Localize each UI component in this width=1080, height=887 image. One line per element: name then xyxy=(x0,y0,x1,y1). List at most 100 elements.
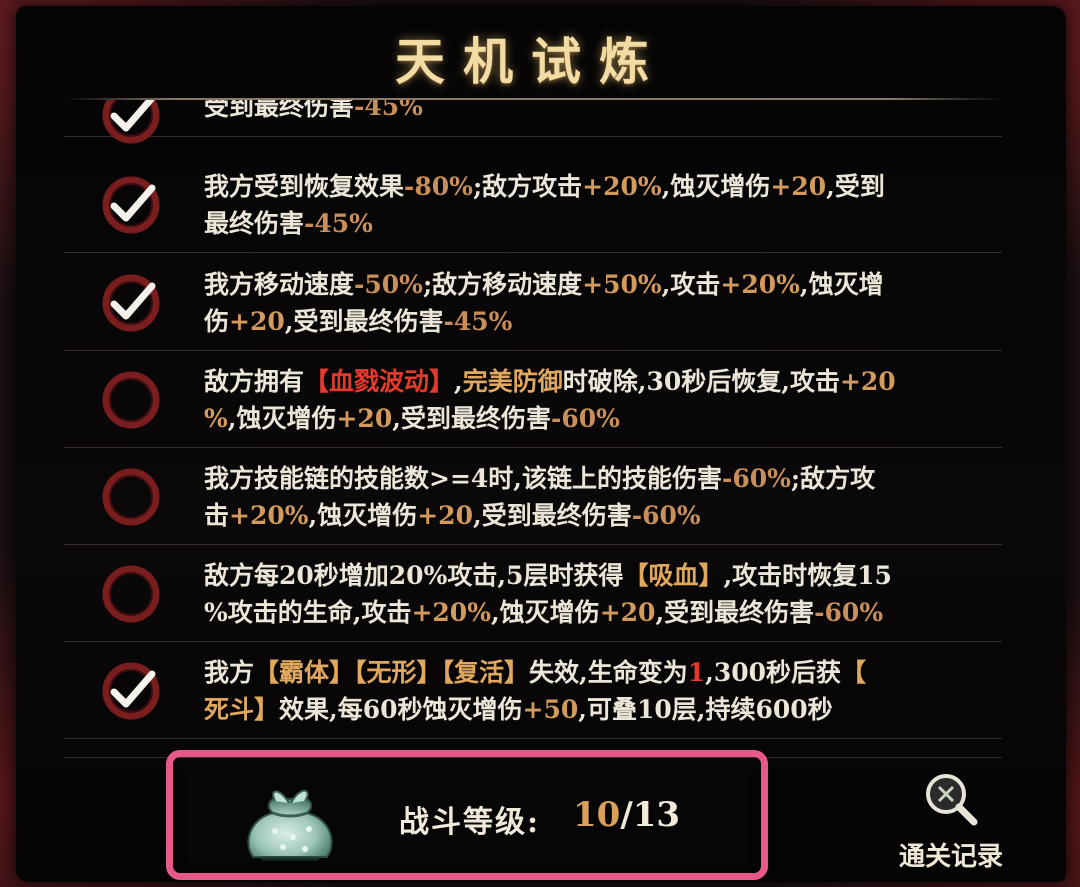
modifier-text-segment: -45% xyxy=(304,208,373,238)
modifier-text-segment: 伤 xyxy=(204,306,230,336)
check-ring-icon xyxy=(102,176,160,234)
modifier-text-segment: 【吸血】 xyxy=(623,560,724,590)
modifier-text: 我方技能链的技能数>=4时,该链上的技能伤害-60%;敌方攻 击+20%,蚀灭增伤… xyxy=(204,460,994,534)
modifier-text-segment: ,受到最终伤害 xyxy=(472,500,632,530)
modifier-text-segment: -80% xyxy=(404,171,473,201)
modifier-text-segment: 死斗】 xyxy=(204,694,280,724)
modifier-text-segment: +20% xyxy=(411,597,491,627)
check-ring-icon xyxy=(102,100,160,144)
modifier-text-segment: ;敌方攻击 xyxy=(472,171,583,201)
modifier-text-line: %攻击的生命,攻击+20%,蚀灭增伤+20,受到最终伤害-60% xyxy=(204,594,994,631)
modifier-text-line: 我方受到恢复效果-80%;敌方攻击+20%,蚀灭增伤+20,受到 xyxy=(204,168,994,205)
magnifier-icon xyxy=(926,774,978,826)
modifier-text-segment: ,可叠10层,持续600秒 xyxy=(578,694,833,724)
modifier-text-segment: % xyxy=(204,403,228,433)
modifier-text-segment: 【血戮波动】 xyxy=(304,366,455,396)
modifier-text-segment: -60% xyxy=(722,463,791,493)
modifier-text-segment: +50 xyxy=(522,694,579,724)
modifier-text-line: 我方【霸体】【无形】【复活】失效,生命变为1,300秒后获【 xyxy=(204,654,994,691)
modifier-text-segment: 【霸体】【无形】【复活】 xyxy=(254,657,530,687)
modifier-text-segment: 我方移动速度 xyxy=(204,269,355,299)
modifier-text: 受到最终伤害-45% xyxy=(204,100,994,125)
modifier-text: 我方移动速度-50%;敌方移动速度+50%,攻击+20%,蚀灭增 伤+20,受到最… xyxy=(204,266,994,340)
modifier-row[interactable]: 敌方拥有【血戮波动】,完美防御时破除,30秒后恢复,攻击+20 %,蚀灭增伤+20… xyxy=(64,351,1002,448)
modifier-row[interactable]: 敌方每20秒增加20%攻击,5层时获得【吸血】,攻击时恢复15 %攻击的生命,攻击… xyxy=(64,545,1002,642)
modifier-text-segment: -60% xyxy=(814,597,884,627)
modifier-text-segment: +20 xyxy=(599,597,656,627)
modifier-text-segment: -45% xyxy=(354,100,423,121)
modifier-text-segment: ,受到最终伤害 xyxy=(392,403,551,433)
modifier-text-segment: 失效,生命变为 xyxy=(529,657,688,687)
empty-ring-icon xyxy=(102,371,160,429)
modifier-text-segment: +50% xyxy=(582,269,662,299)
modifier-text-segment: +20% xyxy=(582,171,662,201)
modifier-row[interactable]: 我方移动速度-50%;敌方移动速度+50%,攻击+20%,蚀灭增 伤+20,受到最… xyxy=(64,254,1002,351)
modifier-text-line: 受到最终伤害-45% xyxy=(204,100,994,125)
modifier-text-segment: ,攻击 xyxy=(661,269,721,299)
modifier-text-segment: ;敌方攻 xyxy=(790,463,876,493)
check-ring-icon xyxy=(102,662,160,720)
modifier-row[interactable]: 受到最终伤害-45% xyxy=(64,100,1002,144)
clear-record-button[interactable]: 通关记录 xyxy=(886,768,1016,878)
battle-level-highlight: 战斗等级: 10/13 xyxy=(166,750,768,880)
modifier-text-segment: ,受到最终伤害 xyxy=(655,597,815,627)
modifier-row[interactable]: 我方受到恢复效果-80%;敌方攻击+20%,蚀灭增伤+20,受到 最终伤害-45% xyxy=(64,156,1002,253)
modifier-text-segment: -45% xyxy=(443,306,513,336)
modifier-row[interactable]: 我方技能链的技能数>=4时,该链上的技能伤害-60%;敌方攻 击+20%,蚀灭增伤… xyxy=(64,448,1002,545)
panel-title: 天机试炼 xyxy=(395,32,667,91)
modifier-text-segment: 受到最终伤害 xyxy=(204,100,355,121)
modifier-text-segment: 击 xyxy=(204,500,230,530)
modifier-text-segment: ,蚀灭增伤 xyxy=(661,171,771,201)
modifier-text-segment: ,蚀灭增伤 xyxy=(308,500,418,530)
modifier-text-segment: ,蚀灭增伤 xyxy=(227,403,337,433)
modifier-text-segment: 敌方拥有 xyxy=(204,366,305,396)
modifier-text-segment: +20% xyxy=(229,500,309,530)
modifier-row[interactable]: 我方【霸体】【无形】【复活】失效,生命变为1,300秒后获【 死斗】效果,每60秒… xyxy=(64,642,1002,739)
clear-record-label: 通关记录 xyxy=(898,842,1003,872)
modifier-text-segment: -60% xyxy=(631,500,701,530)
modifier-text-segment: %攻击的生命,攻击 xyxy=(204,597,412,627)
modifier-text-segment: 完美防御 xyxy=(462,366,563,396)
empty-ring-icon xyxy=(102,468,160,526)
modifier-text-segment: 【 xyxy=(841,657,867,687)
modifier-text-segment: +20 xyxy=(839,366,896,396)
modifier-text-segment: +20 xyxy=(336,403,393,433)
empty-ring-icon xyxy=(102,565,160,623)
modifier-text-segment: +20 xyxy=(229,306,285,336)
modifier-text-segment: ,受到 xyxy=(826,171,885,201)
game-screen: 天机试炼 受到最终伤害-45% 我方受到恢复效果-80%;敌方攻击+20%,蚀灭增… xyxy=(0,0,1080,887)
check-ring-icon xyxy=(102,274,160,332)
battle-level-max: /13 xyxy=(620,795,681,835)
modifier-text-segment: +20 xyxy=(770,171,827,201)
modifier-text-line: 敌方拥有【血戮波动】,完美防御时破除,30秒后恢复,攻击+20 xyxy=(204,363,994,400)
modifier-text-line: 最终伤害-45% xyxy=(204,205,994,242)
modifier-text-segment: +20 xyxy=(417,500,473,530)
cloth-bag-icon xyxy=(247,789,333,861)
modifier-text-line: 伤+20,受到最终伤害-45% xyxy=(204,303,994,340)
modifier-list[interactable]: 受到最终伤害-45% 我方受到恢复效果-80%;敌方攻击+20%,蚀灭增伤+20,… xyxy=(64,100,1002,752)
modifier-text-segment: ,攻击时恢复15 xyxy=(723,560,892,590)
modifier-text-segment: +20% xyxy=(720,269,800,299)
modifier-text-segment: ,蚀灭增伤 xyxy=(490,597,600,627)
modifier-text-line: 敌方每20秒增加20%攻击,5层时获得【吸血】,攻击时恢复15 xyxy=(204,557,994,594)
modifier-text-line: 我方技能链的技能数>=4时,该链上的技能伤害-60%;敌方攻 xyxy=(204,460,994,497)
modifier-text-segment: 1 xyxy=(687,657,706,687)
modifier-text: 我方【霸体】【无形】【复活】失效,生命变为1,300秒后获【 死斗】效果,每60秒… xyxy=(204,654,994,728)
modifier-text-segment: 最终伤害 xyxy=(204,208,305,238)
battle-level-label: 战斗等级: xyxy=(399,805,541,840)
modifier-text-segment: 我方技能链的技能数>=4时,该链上的技能伤害 xyxy=(204,463,722,493)
modifier-text-segment: , xyxy=(454,366,463,396)
modifier-text: 敌方拥有【血戮波动】,完美防御时破除,30秒后恢复,攻击+20 %,蚀灭增伤+20… xyxy=(204,363,994,437)
modifier-text-segment: 我方 xyxy=(204,657,255,687)
modifier-text-segment: ,受到最终伤害 xyxy=(284,306,444,336)
modifier-text-segment: 我方受到恢复效果 xyxy=(204,171,405,201)
modifier-text-line: 死斗】效果,每60秒蚀灭增伤+50,可叠10层,持续600秒 xyxy=(204,691,994,728)
modifier-text-segment: -60% xyxy=(550,403,620,433)
modifier-text: 敌方每20秒增加20%攻击,5层时获得【吸血】,攻击时恢复15 %攻击的生命,攻击… xyxy=(204,557,994,631)
modifier-text-line: 我方移动速度-50%;敌方移动速度+50%,攻击+20%,蚀灭增 xyxy=(204,266,994,303)
battle-level-value: 10/13 xyxy=(573,795,680,835)
modifier-text-segment: ,蚀灭增 xyxy=(799,269,884,299)
modifier-text-segment: 敌方每20秒增加20%攻击,5层时获得 xyxy=(204,560,624,590)
modifier-text-line: %,蚀灭增伤+20,受到最终伤害-60% xyxy=(204,400,994,437)
modifier-text-segment: 效果,每60秒蚀灭增伤 xyxy=(279,694,523,724)
